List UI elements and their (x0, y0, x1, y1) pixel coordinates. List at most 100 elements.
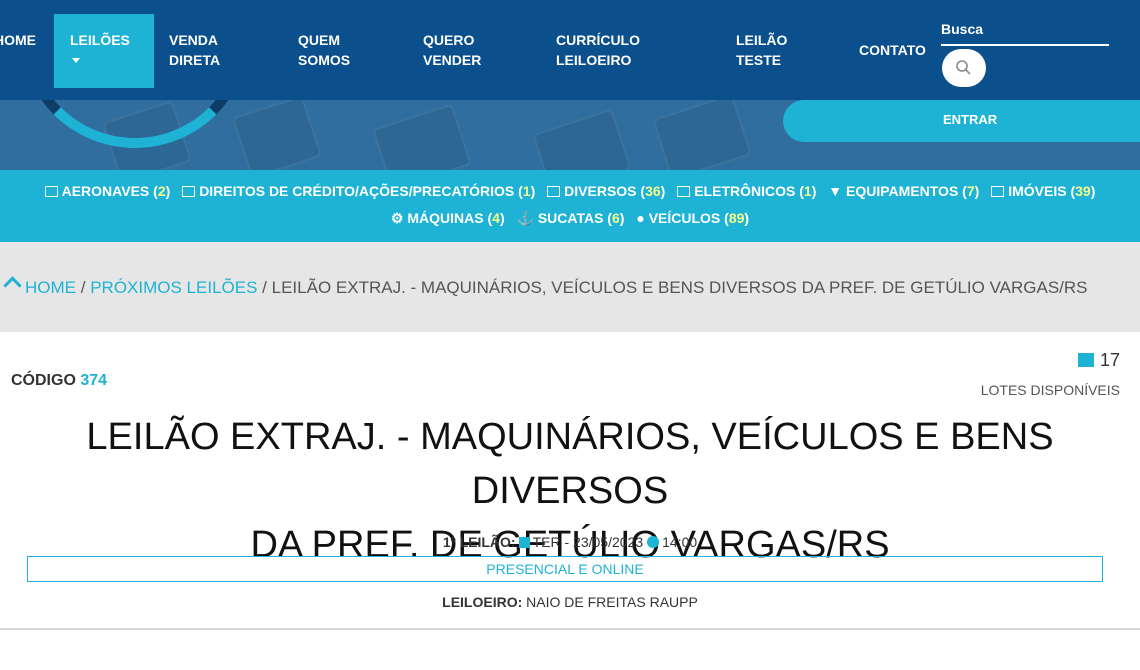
monitor-icon (677, 186, 691, 197)
breadcrumb-bar: HOME / PRÓXIMOS LEILÕES / LEILÃO EXTRAJ.… (0, 242, 1140, 332)
ship-icon: ⚓ (516, 210, 538, 226)
search-button[interactable] (942, 49, 986, 87)
code-label: CÓDIGO (11, 372, 76, 389)
nav-venda-line1: VENDA (169, 32, 219, 48)
category-count: 1 (522, 183, 531, 199)
category-veiculos[interactable]: ● VEÍCULOS (89) (636, 210, 749, 226)
nav-leiloes[interactable]: LEILÕES (70, 30, 130, 50)
nav-curriculo-line2: LEILOEIRO (556, 52, 632, 68)
category-label: IMÓVEIS (1008, 183, 1067, 199)
first-auction-date-value: TER - 23/05/2023 (532, 534, 644, 550)
home-icon (3, 276, 22, 295)
breadcrumb-separator: / (262, 278, 267, 297)
lots-count-value: 17 (1099, 350, 1120, 370)
nav-venda-line2: DIRETA (169, 52, 221, 68)
nav-active-highlight (54, 14, 154, 88)
breadcrumb-current: LEILÃO EXTRAJ. - MAQUINÁRIOS, VEÍCULOS E… (271, 278, 1088, 297)
auctioneer-label: LEILOEIRO: (442, 594, 523, 610)
login-label: ENTRAR (943, 112, 998, 127)
category-count: 36 (645, 183, 661, 199)
decorative-key (231, 100, 323, 170)
category-label: EQUIPAMENTOS (846, 183, 959, 199)
nav-contato[interactable]: CONTATO (859, 40, 926, 60)
category-equipamentos[interactable]: ▼ EQUIPAMENTOS (7) (828, 183, 979, 199)
nav-quem-somos[interactable]: QUEM SOMOS (298, 30, 350, 70)
logo-arc (20, 100, 250, 148)
chevron-down-icon (72, 58, 80, 63)
auction-card: CÓDIGO 374 17 LOTES DISPONÍVEIS LEILÃO E… (0, 332, 1140, 630)
category-eletronicos[interactable]: ELETRÔNICOS (1) (677, 183, 816, 199)
category-bar: AERONAVES (2) DIREITOS DE CRÉDITO/AÇÕES/… (0, 170, 1140, 242)
laptop-icon (547, 186, 561, 197)
list-icon (182, 186, 196, 197)
lots-count[interactable]: 17 (1077, 350, 1120, 371)
nav-quem-line1: QUEM (298, 32, 340, 48)
category-label: DIREITOS DE CRÉDITO/AÇÕES/PRECATÓRIOS (199, 183, 515, 199)
clock-icon (647, 536, 660, 548)
category-diversos[interactable]: DIVERSOS (36) (547, 183, 665, 199)
category-count: 2 (157, 183, 166, 199)
breadcrumb-separator: / (80, 278, 86, 297)
category-label: ELETRÔNICOS (694, 183, 796, 199)
category-count: 6 (611, 210, 620, 226)
first-auction-time: 14:00 (662, 534, 698, 550)
nav-curriculo-line1: CURRÍCULO (556, 32, 640, 48)
category-count: 89 (728, 210, 745, 226)
decorative-key (532, 108, 632, 170)
category-label: SUCATAS (537, 210, 604, 226)
auctioneer-name: NAIO DE FREITAS RAUPP (526, 594, 698, 610)
top-navbar: HOME LEILÕES VENDA DIRETA QUEM SOMOS QUE… (0, 0, 1140, 100)
plug-icon: ▼ (828, 183, 847, 199)
breadcrumb-home[interactable]: HOME (25, 278, 76, 297)
category-maquinas[interactable]: ⚙ MÁQUINAS (4) (391, 210, 505, 227)
category-count: 4 (492, 210, 500, 226)
decorative-key (372, 103, 472, 170)
category-label: MÁQUINAS (407, 210, 484, 226)
first-auction-date: 1º LEILÃO: TER - 23/05/2023 14:00 (0, 534, 1140, 550)
category-sucatas[interactable]: ⚓ SUCATAS (6) (517, 210, 625, 227)
category-aeronaves[interactable]: AERONAVES (2) (44, 183, 170, 199)
breadcrumb: HOME / PRÓXIMOS LEILÕES / LEILÃO EXTRAJ.… (0, 276, 1088, 298)
category-row-2: ⚙ MÁQUINAS (4) ⚓ SUCATAS (6) ● VEÍCULOS … (0, 210, 1140, 227)
grid-icon (1077, 353, 1094, 367)
nav-quero-line1: QUERO (423, 32, 475, 48)
auction-code: CÓDIGO 374 (11, 372, 107, 390)
category-imoveis[interactable]: IMÓVEIS (39) (991, 183, 1095, 199)
login-button[interactable]: ENTRAR (783, 100, 1140, 142)
nav-quero-line2: VENDER (423, 52, 482, 68)
search-label: Busca (941, 21, 984, 37)
nav-contato-label: CONTATO (859, 42, 926, 58)
list-icon (44, 186, 58, 197)
title-line-1: LEILÃO EXTRAJ. - MAQUINÁRIOS, VEÍCULOS E… (86, 416, 1054, 512)
nav-teste-line1: LEILÃO (736, 32, 788, 48)
tractor-icon: ⚙ (390, 210, 408, 226)
nav-teste-line2: TESTE (736, 52, 782, 68)
auctioneer: LEILOEIRO: NAIO DE FREITAS RAUPP (0, 594, 1140, 610)
code-value: 374 (80, 372, 108, 389)
lots-label: LOTES DISPONÍVEIS (980, 382, 1120, 398)
calendar-icon (518, 537, 530, 548)
first-auction-label: 1º LEILÃO: (442, 534, 516, 550)
search-input[interactable] (941, 44, 1109, 46)
breadcrumb-section[interactable]: PRÓXIMOS LEILÕES (90, 278, 257, 297)
category-label: VEÍCULOS (648, 210, 721, 226)
nav-quem-line2: SOMOS (298, 52, 351, 68)
category-count: 1 (803, 183, 812, 199)
nav-venda-direta[interactable]: VENDA DIRETA (169, 30, 220, 70)
decorative-key (652, 100, 752, 170)
category-direitos[interactable]: DIREITOS DE CRÉDITO/AÇÕES/PRECATÓRIOS (1… (182, 183, 535, 199)
category-row-1: AERONAVES (2) DIREITOS DE CRÉDITO/AÇÕES/… (0, 183, 1140, 199)
nav-home-label: HOME (0, 32, 36, 48)
nav-leilao-teste[interactable]: LEILÃO TESTE (736, 30, 787, 70)
auction-mode-badge: PRESENCIAL E ONLINE (27, 556, 1103, 582)
category-label: AERONAVES (61, 183, 150, 199)
nav-quero-vender[interactable]: QUERO VENDER (423, 30, 481, 70)
nav-home[interactable]: HOME (0, 30, 36, 50)
category-count: 39 (1075, 183, 1091, 199)
nav-curriculo-leiloeiro[interactable]: CURRÍCULO LEILOEIRO (556, 30, 640, 70)
nav-leiloes-label: LEILÕES (70, 32, 130, 48)
building-icon (991, 186, 1005, 197)
search-icon (956, 60, 971, 75)
category-count: 7 (966, 183, 975, 199)
car-icon: ● (636, 210, 649, 226)
